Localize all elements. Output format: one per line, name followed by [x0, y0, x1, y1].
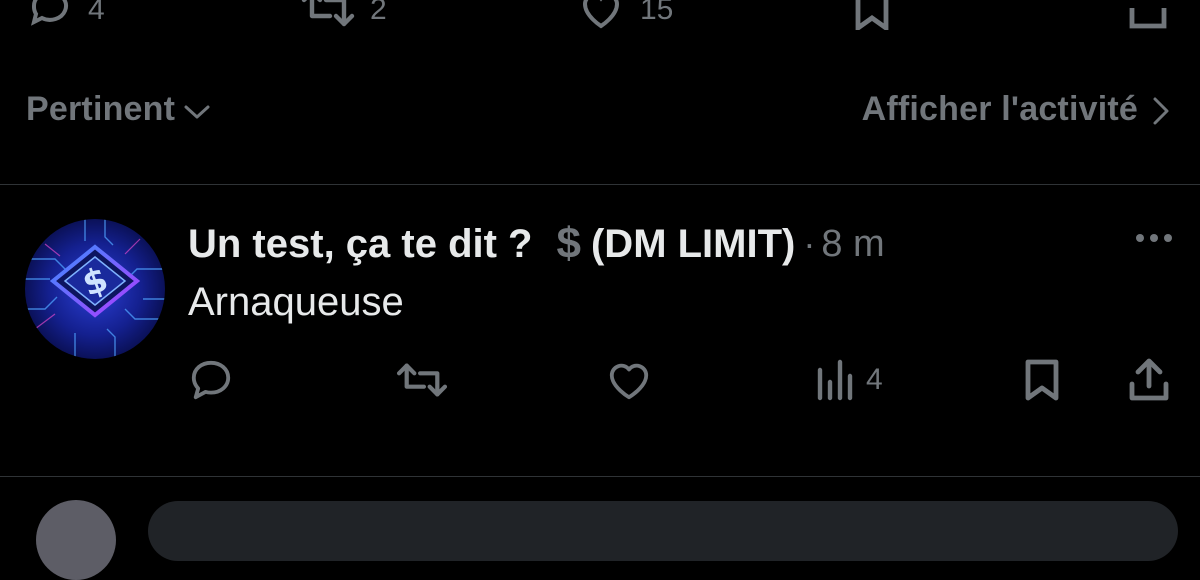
like-icon	[609, 363, 649, 400]
share-icon	[1129, 8, 1167, 29]
prev-bookmark-button[interactable]	[848, 0, 896, 30]
share-button[interactable]	[1128, 358, 1170, 402]
more-options-button[interactable]	[1134, 232, 1174, 244]
dollar-sign-emoji: $	[556, 219, 581, 268]
compose-avatar[interactable]	[36, 500, 116, 580]
chevron-right-icon	[1153, 97, 1169, 124]
like-button[interactable]	[606, 358, 652, 402]
views-icon	[817, 359, 853, 401]
prev-reply-button[interactable]: 4	[26, 0, 105, 30]
repost-icon	[396, 363, 448, 397]
reply-header: Un test, ça te dit ? $ (DM LIMIT) · 8 m	[188, 214, 885, 274]
replies-sort-row: Pertinent Afficher l'activité	[0, 90, 1200, 144]
like-icon	[582, 0, 620, 29]
avatar[interactable]: $	[25, 219, 165, 359]
views-button[interactable]: 4	[816, 358, 883, 402]
sort-dropdown[interactable]: Pertinent	[26, 90, 211, 129]
display-name[interactable]: Un test, ça te dit ?	[188, 222, 533, 267]
previous-post-action-bar: 4 2 15	[0, 0, 1200, 30]
compose-reply-input[interactable]	[148, 501, 1178, 561]
activity-label: Afficher l'activité	[861, 90, 1138, 128]
share-icon	[1129, 358, 1169, 401]
prev-likes-count: 15	[640, 0, 674, 26]
sort-label: Pertinent	[26, 90, 176, 128]
prev-repost-button[interactable]: 2	[300, 0, 387, 30]
repost-button[interactable]	[395, 358, 449, 402]
divider	[0, 184, 1200, 185]
prev-replies-count: 4	[88, 0, 105, 26]
reply-icon	[31, 0, 68, 26]
prev-share-button[interactable]	[1124, 0, 1172, 30]
separator-dot: ·	[803, 223, 816, 264]
chevron-down-icon	[184, 105, 210, 118]
bookmark-icon	[1025, 359, 1059, 401]
reply-text: Arnaqueuse	[188, 280, 404, 324]
timestamp[interactable]: 8 m	[821, 223, 884, 266]
reply-icon	[191, 360, 231, 400]
prev-like-button[interactable]: 15	[576, 0, 673, 30]
views-count: 4	[866, 363, 883, 396]
bookmark-icon	[855, 0, 889, 30]
view-activity-link[interactable]: Afficher l'activité	[862, 90, 1170, 129]
display-name-suffix[interactable]: (DM LIMIT)	[591, 222, 795, 267]
divider	[0, 476, 1200, 477]
more-icon	[1136, 234, 1172, 242]
bookmark-button[interactable]	[1022, 358, 1062, 402]
repost-icon	[301, 0, 355, 27]
reply-button[interactable]	[188, 358, 234, 402]
prev-reposts-count: 2	[370, 0, 387, 26]
reply-action-bar: 4	[0, 358, 1200, 404]
